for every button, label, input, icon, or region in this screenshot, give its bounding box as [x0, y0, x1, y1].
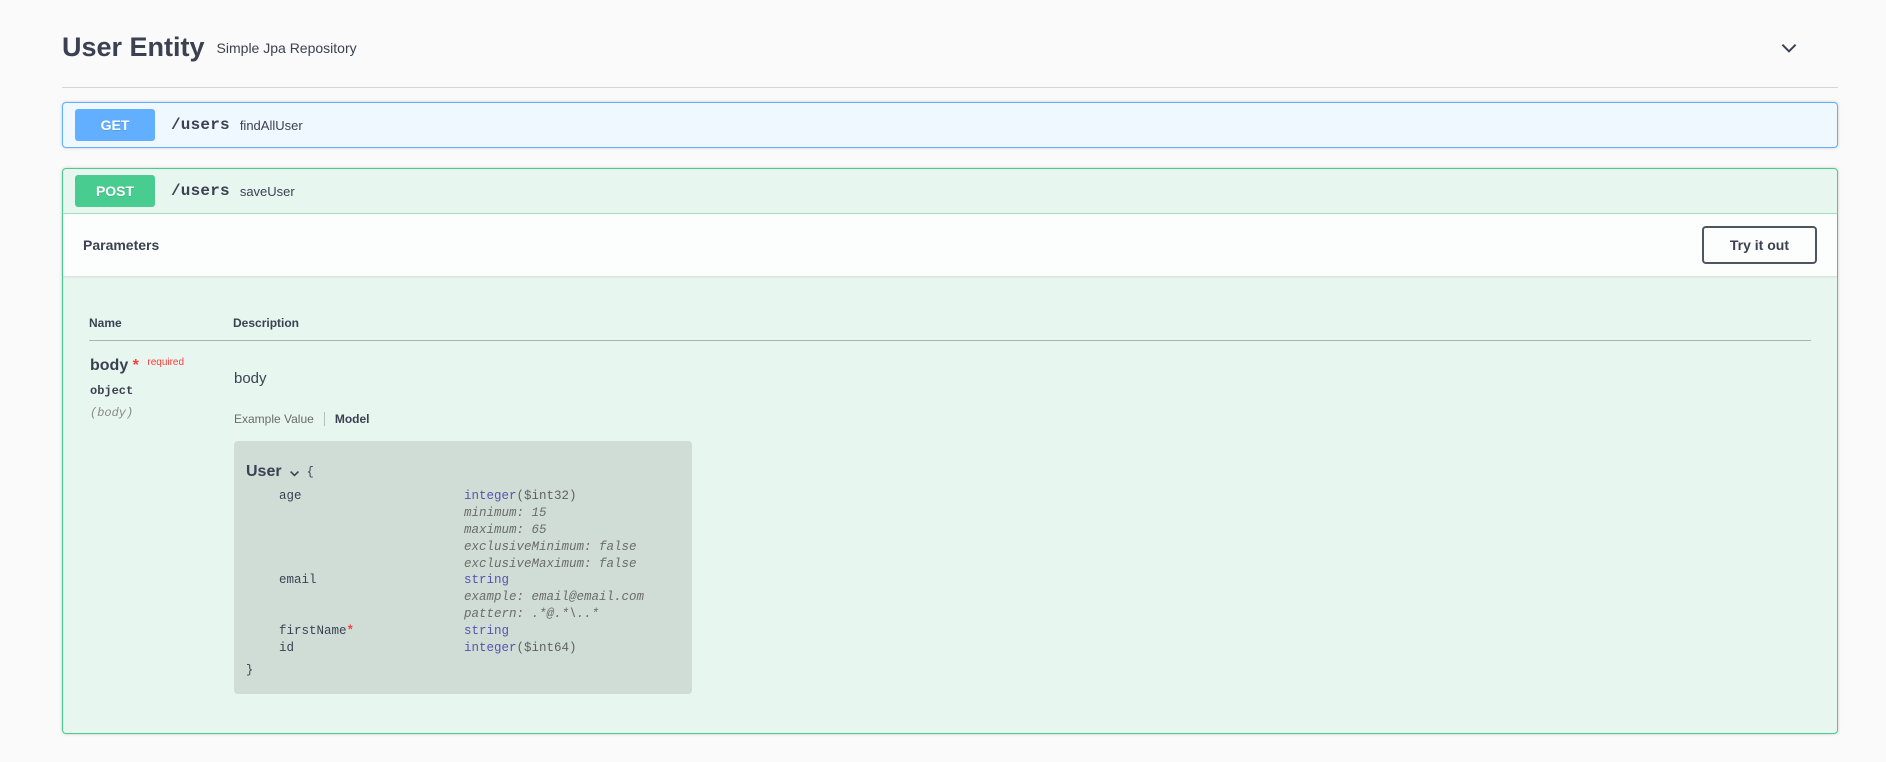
param-type: object [90, 384, 134, 398]
try-it-out-button[interactable]: Try it out [1701, 226, 1817, 264]
method-badge-get: GET [75, 109, 155, 141]
model-tabs: Example Value Model [234, 412, 1810, 426]
tag-header: User Entity Simple Jpa Repository [62, 0, 1838, 88]
method-badge-post: POST [75, 175, 155, 207]
property-type: integer [464, 640, 517, 655]
property-constraint: pattern: .*@.*\..* [464, 607, 600, 622]
param-name: body [90, 357, 129, 374]
property-constraint: exclusiveMaximum: false [464, 556, 637, 571]
tab-model[interactable]: Model [335, 412, 370, 426]
property-detail: string example: email@email.com pattern:… [464, 572, 677, 623]
param-name-cell: body * required object (body) [89, 341, 233, 695]
opblock-summary-post[interactable]: POST /users saveUser [63, 169, 1837, 214]
param-description: body [234, 370, 267, 387]
model-toggle-icon[interactable] [288, 467, 301, 480]
model-property-firstname: firstName* string [246, 623, 677, 640]
property-type: string [464, 573, 510, 588]
endpoint-path: /users [171, 182, 230, 200]
property-format: ($int64) [516, 640, 577, 655]
column-header-name: Name [89, 294, 233, 341]
required-star: * [346, 624, 355, 638]
model-property-email: email string example: email@email.com pa… [246, 572, 677, 623]
property-constraint: maximum: 65 [464, 522, 547, 537]
column-header-description: Description [233, 294, 1811, 341]
required-label: required [147, 357, 185, 368]
tab-example-value[interactable]: Example Value [234, 412, 314, 426]
opblock-summary-get[interactable]: GET /users findAllUser [63, 103, 1837, 147]
property-name-text: firstName [279, 624, 347, 638]
swagger-page: User Entity Simple Jpa Repository GET /u… [0, 0, 1886, 740]
page-title: User Entity [62, 32, 205, 62]
model-title-row[interactable]: User { [246, 463, 677, 481]
parameters-title: Parameters [83, 237, 160, 253]
property-constraint: exclusiveMinimum: false [464, 539, 637, 554]
property-constraint: minimum: 15 [464, 505, 547, 520]
model-box: User { age integer($int32) minimum: 15 m… [234, 441, 692, 694]
tag-subtitle: Simple Jpa Repository [216, 39, 357, 56]
property-name: firstName* [246, 623, 464, 640]
property-detail: integer($int64) [464, 640, 677, 657]
parameters-header: Parameters Try it out [63, 214, 1837, 276]
endpoint-path: /users [171, 116, 230, 134]
chevron-down-icon[interactable] [1778, 37, 1800, 59]
model-property-id: id integer($int64) [246, 640, 677, 657]
property-type: integer [464, 489, 517, 503]
param-description-cell: body Example Value Model User {age inte… [233, 341, 1811, 695]
property-name: age [279, 489, 302, 503]
opblock-post-users: POST /users saveUser Parameters Try it o… [62, 168, 1838, 734]
param-location: (body) [90, 406, 134, 420]
parameters-body: Name Description body * required object [63, 276, 1837, 733]
parameters-table: Name Description body * required object [89, 294, 1811, 695]
model-title: User [246, 463, 282, 480]
required-star: * [132, 357, 139, 374]
property-name: id [279, 640, 295, 655]
model-properties: age integer($int32) minimum: 15 maximum:… [246, 488, 677, 678]
endpoint-summary: findAllUser [239, 117, 303, 133]
property-type: string [464, 624, 510, 638]
open-brace: { [306, 465, 314, 479]
close-brace: } [246, 662, 254, 677]
tab-separator [323, 412, 325, 426]
table-row: body * required object (body) body Examp… [89, 341, 1811, 695]
property-detail: string [464, 623, 677, 640]
property-detail: integer($int32) minimum: 15 maximum: 65 … [464, 488, 677, 572]
property-name: email [279, 573, 317, 588]
property-constraint: example: email@email.com [464, 590, 645, 605]
endpoint-summary: saveUser [239, 183, 295, 199]
property-format: ($int32) [516, 489, 577, 503]
model-property-age: age integer($int32) minimum: 15 maximum:… [246, 488, 677, 572]
opblock-get-users: GET /users findAllUser [62, 102, 1838, 148]
